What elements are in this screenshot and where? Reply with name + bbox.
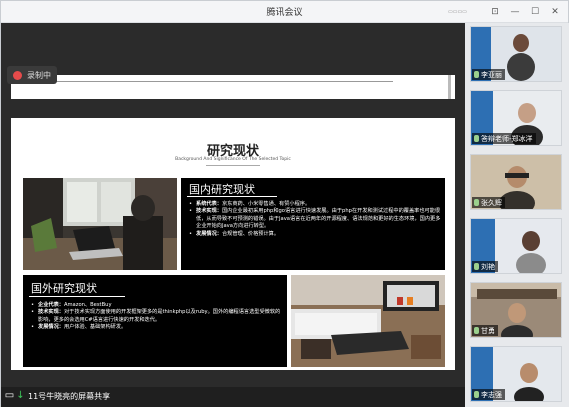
participant-name: 刘艳 bbox=[481, 262, 495, 271]
screen-share-area: 录制中 研究现状 Background And Significance Of … bbox=[1, 23, 465, 387]
monitor-icon: ▭ bbox=[4, 390, 15, 401]
participant-tile[interactable]: 答辩老师-郑冰洋 bbox=[470, 90, 562, 146]
foreign-heading: 国外研究现状 bbox=[31, 282, 97, 295]
presentation-slide: 研究现状 Background And Significance Of The … bbox=[11, 118, 455, 370]
title-rule bbox=[206, 165, 260, 166]
title-bar: 腾讯会议 ▭▭▭▭ ⊡ — ☐ ✕ bbox=[1, 1, 568, 23]
slide-photo-keyboard-desk bbox=[291, 275, 445, 367]
participant-tile[interactable]: 甘勇 bbox=[470, 282, 562, 338]
microphone-icon bbox=[474, 199, 479, 206]
minimize-button[interactable]: — bbox=[508, 5, 522, 19]
participant-name: 李亚丽 bbox=[481, 70, 502, 79]
bullet-label: 发展情况： bbox=[196, 230, 222, 237]
slide-subtitle: Background And Significance Of The Selec… bbox=[175, 157, 291, 162]
slide-divider bbox=[27, 81, 393, 82]
bullet-text: Amazon、BestBuy bbox=[63, 302, 112, 308]
bullet-text: 国内企业最初采用php和go语言进行快速发展。由于php在开发和测试过程中的覆盖… bbox=[196, 208, 441, 230]
bullet-label: 系统代表： bbox=[196, 201, 222, 207]
microphone-icon bbox=[474, 391, 479, 398]
bullet-text: 用户体验、基础架构研发。 bbox=[63, 324, 127, 331]
bullet-item: 发展情况：用户体验、基础架构研发。 bbox=[31, 324, 283, 332]
signal-indicator-icon: ▭▭▭▭ bbox=[448, 9, 467, 15]
close-button[interactable]: ✕ bbox=[548, 5, 562, 19]
bullet-item: 技术实现：对于技术实现方面使用的开发框架更多的是thinkphp以及ruby。国… bbox=[31, 309, 283, 324]
microphone-icon bbox=[474, 71, 479, 78]
bullet-text: 京东商药、小米零售通、有赞小程序。 bbox=[221, 201, 311, 207]
participant-name-tag: 张久辉 bbox=[472, 197, 505, 208]
screen-share-label: 11号牛晓亮的屏幕共享 bbox=[28, 392, 111, 401]
participant-name-tag: 李志强 bbox=[472, 389, 505, 400]
heading-underline bbox=[29, 296, 125, 297]
foreign-bullet-list: 企业代表：Amazon、BestBuy 技术实现：对于技术实现方面使用的开发框架… bbox=[31, 302, 283, 332]
pin-icon[interactable]: ⊡ bbox=[488, 5, 502, 19]
microphone-icon bbox=[474, 327, 479, 334]
foreign-research-box: 国外研究现状 企业代表：Amazon、BestBuy 技术实现：对于技术实现方面… bbox=[23, 275, 287, 367]
bullet-text: 合规管理、价格预计算。 bbox=[221, 230, 280, 237]
participant-name-tag: 李亚丽 bbox=[472, 69, 505, 80]
participant-name: 张久辉 bbox=[481, 198, 502, 207]
recording-label: 录制中 bbox=[27, 70, 51, 80]
bullet-item: 技术实现：国内企业最初采用php和go语言进行快速发展。由于php在开发和测试过… bbox=[189, 208, 441, 230]
tencent-meeting-window: 腾讯会议 ▭▭▭▭ ⊡ — ☐ ✕ 录制中 研究现状 Background An… bbox=[0, 0, 569, 407]
maximize-button[interactable]: ☐ bbox=[528, 5, 542, 19]
participant-name-tag: 甘勇 bbox=[472, 325, 498, 336]
bullet-label: 企业代表： bbox=[38, 302, 64, 308]
screen-share-bar: ▭ ↓ 11号牛晓亮的屏幕共享 bbox=[1, 387, 465, 407]
bullet-text: 对于技术实现方面使用的开发框架更多的是thinkphp以及ruby。国外的编程语… bbox=[38, 309, 281, 323]
previous-slide-fragment bbox=[11, 75, 455, 99]
recording-indicator[interactable]: 录制中 bbox=[7, 66, 57, 84]
participant-name: 答辩老师-郑冰洋 bbox=[481, 134, 533, 143]
record-dot-icon bbox=[13, 70, 22, 80]
participant-name-tag: 答辩老师-郑冰洋 bbox=[472, 133, 536, 144]
participant-name: 李志强 bbox=[481, 390, 502, 399]
window-controls: ▭▭▭▭ ⊡ — ☐ ✕ bbox=[448, 4, 562, 20]
participants-panel: 李亚丽 答辩老师-郑冰洋 张久辉 刘艳 甘勇 李志强 bbox=[465, 23, 569, 407]
participant-tile[interactable]: 李志强 bbox=[470, 346, 562, 402]
bullet-item: 发展情况：合规管理、价格预计算。 bbox=[189, 230, 441, 239]
participant-name-tag: 刘艳 bbox=[472, 261, 498, 272]
bullet-label: 发展情况： bbox=[38, 324, 64, 331]
domestic-heading: 国内研究现状 bbox=[189, 183, 255, 196]
domestic-research-box: 国内研究现状 系统代表：京东商药、小米零售通、有赞小程序。 技术实现：国内企业最… bbox=[181, 178, 445, 270]
microphone-icon bbox=[474, 135, 479, 142]
domestic-bullet-list: 系统代表：京东商药、小米零售通、有赞小程序。 技术实现：国内企业最初采用php和… bbox=[189, 201, 441, 238]
microphone-icon bbox=[474, 263, 479, 270]
scrollbar[interactable] bbox=[448, 75, 451, 99]
bullet-label: 技术实现： bbox=[38, 309, 64, 316]
bullet-label: 技术实现： bbox=[196, 208, 222, 215]
participant-tile[interactable]: 张久辉 bbox=[470, 154, 562, 210]
participant-tile[interactable]: 李亚丽 bbox=[470, 26, 562, 82]
participant-name: 甘勇 bbox=[481, 326, 495, 335]
participant-tile[interactable]: 刘艳 bbox=[470, 218, 562, 274]
download-arrow-icon: ↓ bbox=[16, 390, 25, 401]
heading-underline bbox=[187, 196, 277, 197]
slide-photo-laptop-desk bbox=[23, 178, 177, 270]
